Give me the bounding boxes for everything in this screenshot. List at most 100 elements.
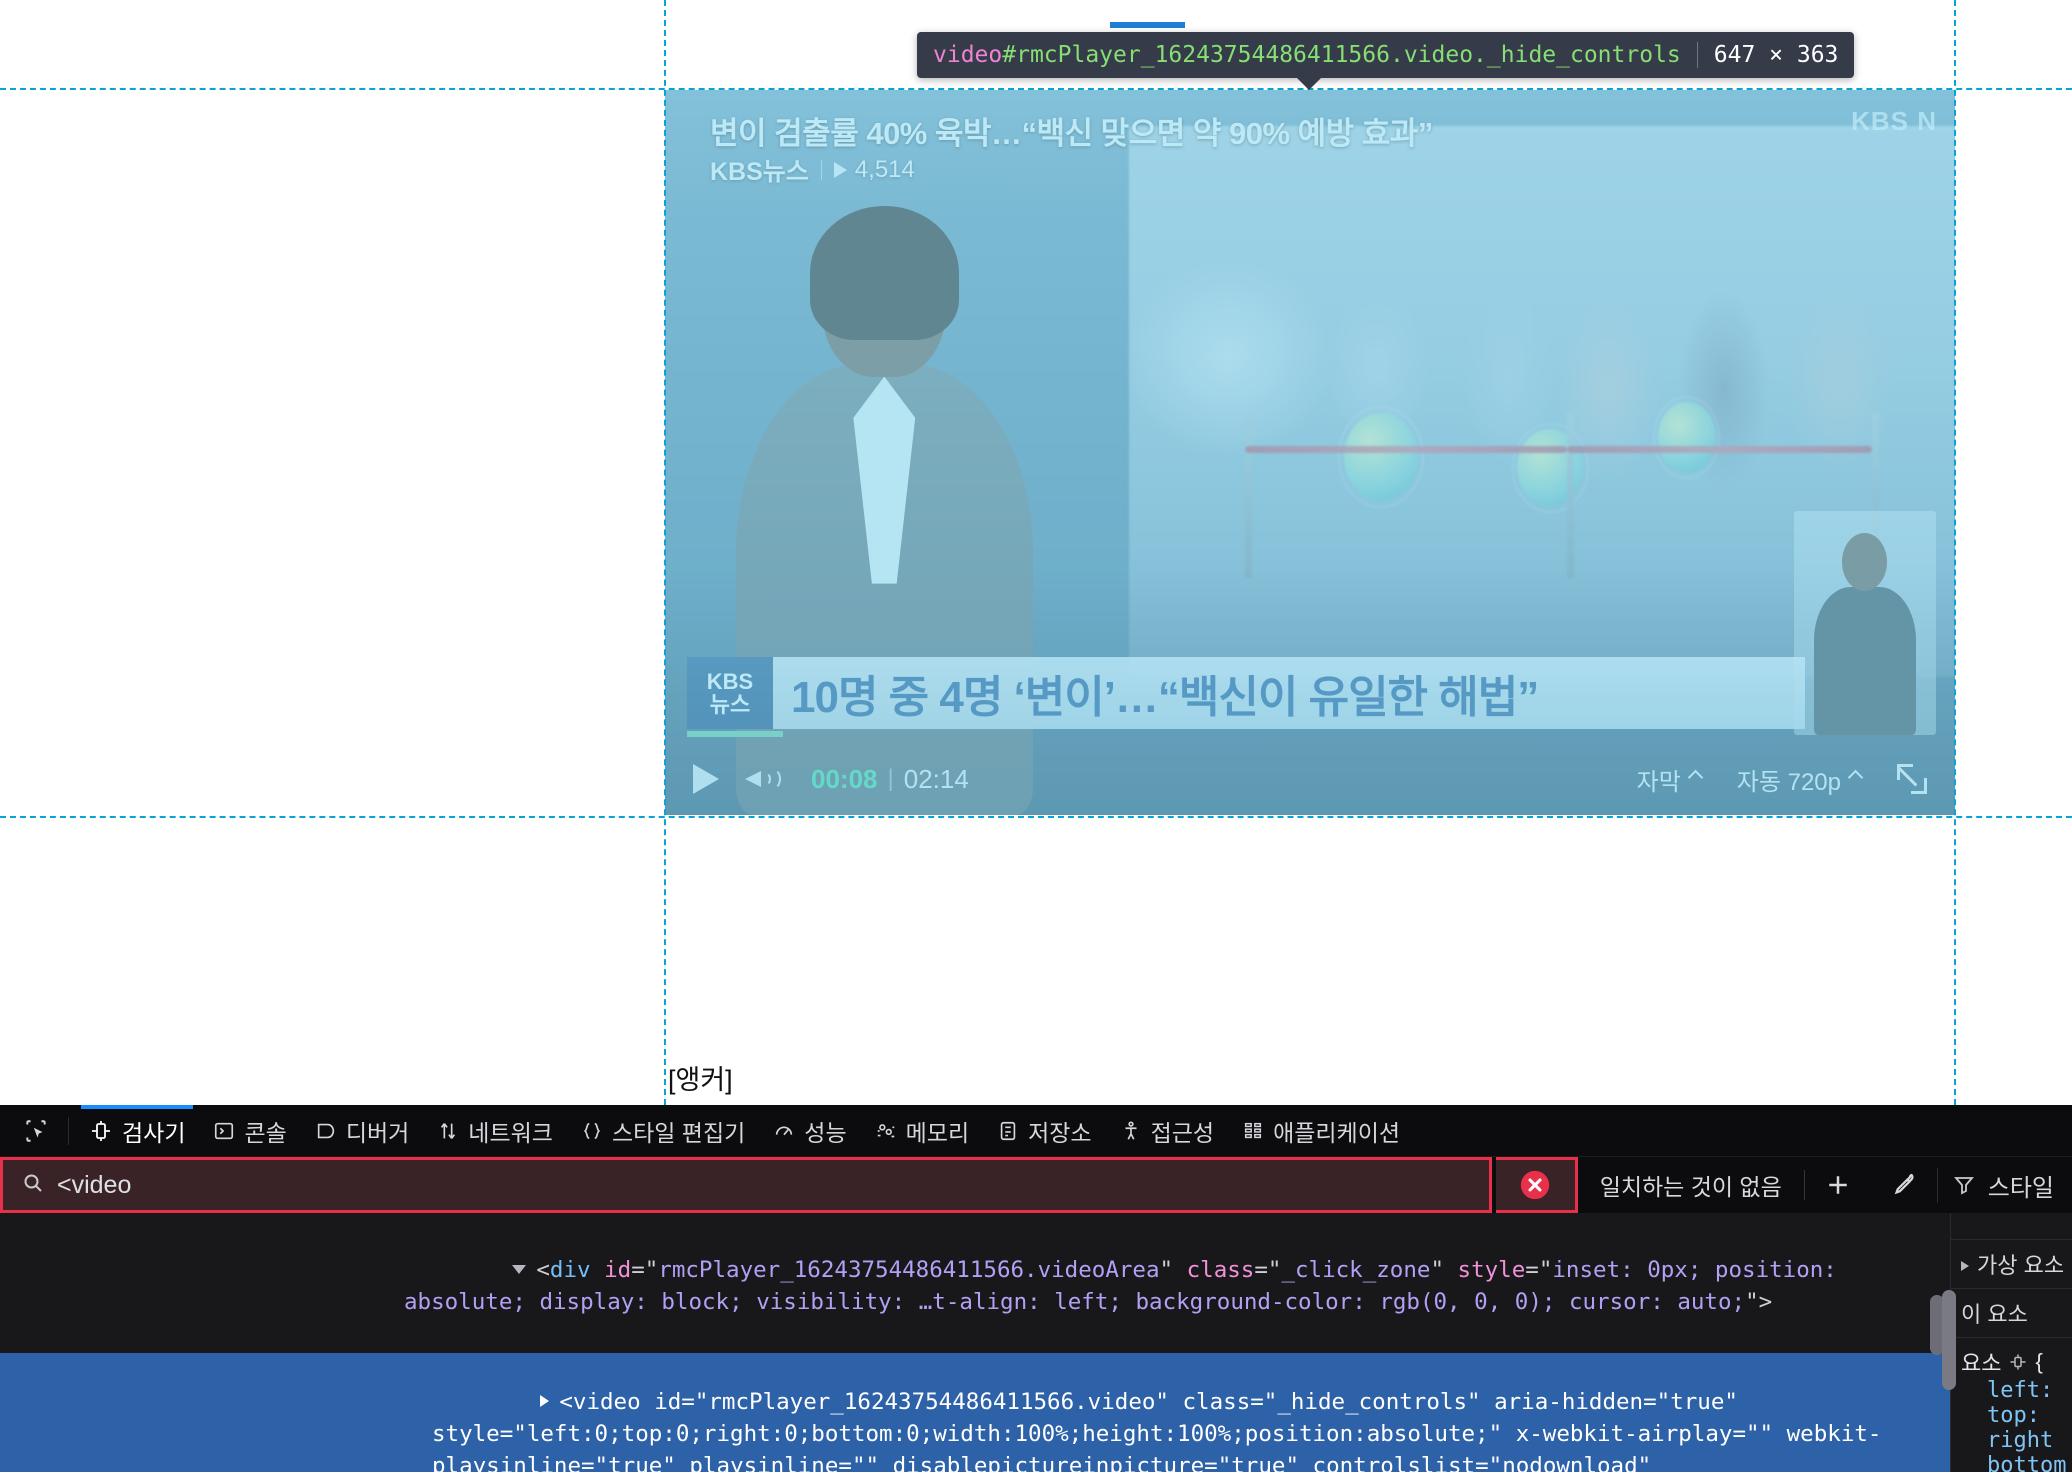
tab-storage[interactable]: 저장소: [983, 1105, 1105, 1157]
chevron-up-icon: [1687, 769, 1704, 785]
pseudo-elements-label: 가상 요소: [1977, 1253, 2065, 1278]
filter-icon: [1953, 1177, 1974, 1195]
pseudo-elements-section[interactable]: 가상 요소: [1951, 1240, 2072, 1289]
virus-model-icon: [1657, 401, 1716, 474]
tab-performance-label: 성능: [804, 1119, 847, 1146]
quality-label: 자동 720p: [1736, 768, 1841, 796]
fullscreen-button[interactable]: [1896, 764, 1927, 794]
chevron-up-icon: [1847, 769, 1864, 785]
css-prop-right[interactable]: right: [1961, 1428, 2062, 1453]
volume-icon[interactable]: [745, 764, 785, 794]
network-icon: [441, 1122, 456, 1139]
play-count-icon: [833, 162, 847, 178]
barrier-rope: [1566, 445, 1873, 453]
eyedropper-icon: [1894, 1173, 1914, 1195]
sidebar-tab-styles[interactable]: 스타일: [1936, 1167, 2068, 1203]
duration: 02:14: [903, 763, 969, 794]
tab-performance[interactable]: 성능: [759, 1105, 860, 1157]
tab-memory[interactable]: 메모리: [861, 1105, 983, 1157]
barrier-post: [1566, 412, 1574, 579]
sidebar-tab-styles-label: 스타일: [1987, 1174, 2054, 1202]
video-title: 변이 검출률 40% 육박…“백신 맞으면 약 90% 예방 효과”: [710, 116, 1433, 151]
tab-debugger-label: 디버거: [345, 1119, 410, 1146]
video-play-count-group: 4,514: [833, 156, 915, 184]
tab-network[interactable]: 네트워크: [423, 1105, 567, 1157]
virus-model-icon: [1344, 412, 1419, 501]
css-rule-selector: 요소: [1961, 1351, 2002, 1376]
performance-icon: [776, 1126, 793, 1135]
markup-view[interactable]: ​ <div id="rmcPlayer_16243754486411566.v…: [0, 1213, 1950, 1472]
css-prop-top[interactable]: top:: [1961, 1403, 2062, 1428]
tab-inspector[interactable]: 검사기: [75, 1104, 199, 1157]
tab-debugger[interactable]: 디버거: [301, 1105, 423, 1157]
close-icon: [1521, 1170, 1550, 1200]
devtools-toolbar: 검사기 콘솔 디버거 네트워크 스타일 편집기 성능 메모리 저장소 접근성 애…: [0, 1104, 2072, 1157]
sign-language-interpreter: [1793, 510, 1936, 736]
progress-played-bar: [687, 731, 783, 737]
tab-style-editor[interactable]: 스타일 편집기: [567, 1105, 759, 1157]
lower-third-logo: KBS 뉴스: [687, 657, 773, 729]
tab-accessibility[interactable]: 접근성: [1106, 1105, 1228, 1157]
markup-row-clipped: ​: [0, 1213, 1950, 1221]
accessibility-icon: [1125, 1120, 1137, 1140]
markup-row-videoarea[interactable]: <div id="rmcPlayer_16243754486411566.vid…: [0, 1221, 1950, 1353]
memory-icon: [877, 1123, 894, 1137]
search-icon: [21, 1171, 45, 1200]
console-icon: [215, 1122, 234, 1139]
markup-row-video-selected[interactable]: <video id="rmcPlayer_16243754486411566.v…: [0, 1352, 1950, 1472]
barrier-post: [1244, 412, 1252, 579]
css-prop-bottom[interactable]: bottom: [1961, 1453, 2066, 1472]
storage-icon: [1000, 1121, 1016, 1140]
video-controls-bar[interactable]: 00:08 | 02:14 자막 자동 720p: [665, 743, 1955, 815]
barrier-rope: [1244, 445, 1567, 453]
video-channel: KBS뉴스: [710, 158, 809, 186]
current-time: 00:08: [811, 763, 878, 794]
page-body-text: [앵커]: [668, 1065, 733, 1095]
tab-console[interactable]: 콘솔: [199, 1105, 300, 1157]
style-editor-icon: [583, 1122, 601, 1139]
tab-style-editor-label: 스타일 편집기: [611, 1119, 746, 1146]
tab-console-label: 콘솔: [244, 1119, 287, 1146]
html-search-box[interactable]: [0, 1157, 1492, 1213]
eyedropper-button[interactable]: [1871, 1157, 1937, 1213]
meta-divider: [820, 160, 822, 180]
play-button[interactable]: [693, 764, 719, 794]
toolbar-divider: [68, 1116, 69, 1145]
expand-twisty-icon[interactable]: [512, 1264, 527, 1274]
add-node-button[interactable]: [1805, 1157, 1871, 1213]
tab-accessibility-label: 접근성: [1150, 1119, 1215, 1146]
time-display: 00:08 | 02:14: [811, 764, 969, 795]
captions-label: 자막: [1636, 768, 1681, 796]
css-brace-open: {: [2035, 1349, 2043, 1374]
infobar-selector: #rmcPlayer_16243754486411566.video._hide…: [1002, 42, 1681, 68]
devtools-body: ​ <div id="rmcPlayer_16243754486411566.v…: [0, 1213, 2072, 1472]
sidebar-scrollbar[interactable]: [1942, 1290, 1956, 1390]
infobar-tag: video: [933, 42, 1003, 68]
video-play-count: 4,514: [854, 156, 915, 183]
quality-button[interactable]: 자동 720p: [1736, 762, 1864, 797]
logo-line-1: KBS: [706, 668, 754, 694]
element-infobar-tooltip: video#rmcPlayer_16243754486411566.video.…: [917, 32, 1855, 90]
search-error-icon[interactable]: [1495, 1157, 1578, 1213]
search-input[interactable]: [57, 1170, 1471, 1200]
css-rule-header: 요소 {: [1961, 1346, 2062, 1378]
tab-application[interactable]: 애플리케이션: [1228, 1105, 1414, 1157]
element-picker-button[interactable]: [10, 1105, 62, 1157]
expand-twisty-icon[interactable]: [540, 1394, 550, 1407]
video-player[interactable]: 변이 검출률 40% 육박…“백신 맞으면 약 90% 예방 효과” KBS뉴스…: [665, 90, 1955, 815]
no-match-label: 일치하는 것이 없음: [1599, 1174, 1782, 1200]
captions-button[interactable]: 자막: [1636, 762, 1704, 797]
guide-line-bottom: [0, 816, 2072, 818]
debugger-icon: [317, 1123, 334, 1138]
lower-third-caption: KBS 뉴스 10명 중 4명 ‘변이’…“백신이 유일한 해법”: [687, 657, 1805, 729]
devtools-panel: 검사기 콘솔 디버거 네트워크 스타일 편집기 성능 메모리 저장소 접근성 애…: [0, 1104, 2072, 1472]
browser-page: 변이 검출률 40% 육박…“백신 맞으면 약 90% 예방 효과” KBS뉴스…: [0, 0, 2072, 1105]
css-prop-left[interactable]: left:: [1961, 1378, 2062, 1403]
application-icon: [1245, 1122, 1262, 1138]
plus-icon: [1829, 1176, 1847, 1194]
tab-memory-label: 메모리: [905, 1119, 970, 1146]
search-meta: 일치하는 것이 없음 스타일: [1491, 1157, 2072, 1213]
this-element-section[interactable]: 이 요소: [1951, 1289, 2072, 1338]
sidebar-header: [1951, 1213, 2072, 1240]
broadcaster-watermark: KBS N: [1851, 106, 1937, 136]
